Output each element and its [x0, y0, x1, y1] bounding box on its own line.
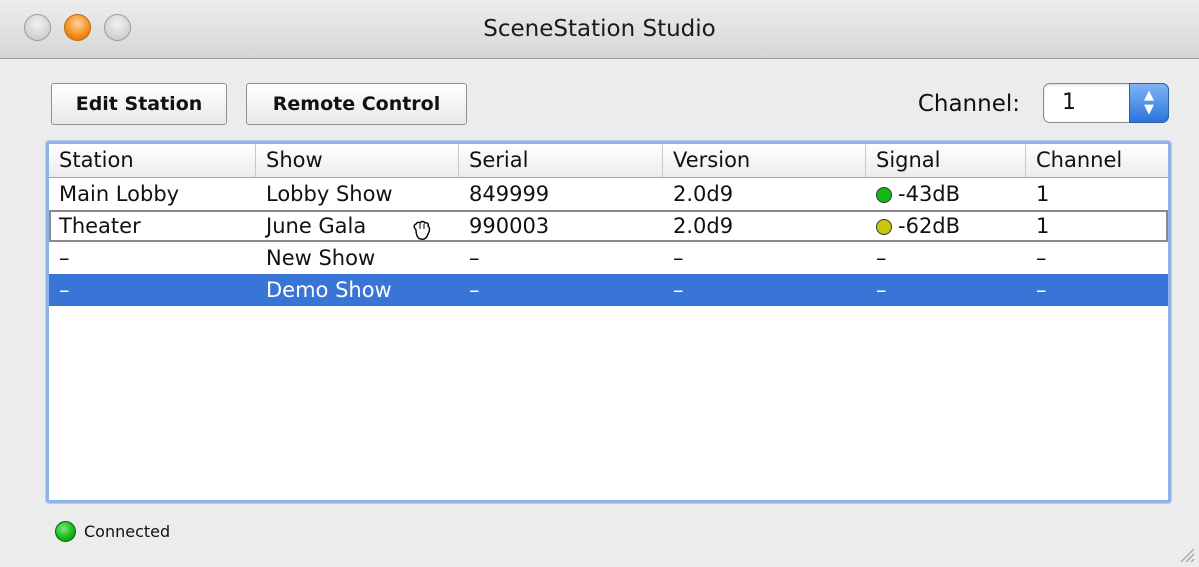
- title-bar[interactable]: SceneStation Studio: [0, 0, 1199, 59]
- signal-indicator-icon: [876, 187, 892, 203]
- cell-version: –: [673, 278, 684, 302]
- cell-signal: –: [876, 278, 887, 302]
- cell-station: Theater: [59, 214, 141, 238]
- cell-station: Main Lobby: [59, 182, 180, 206]
- remote-control-button[interactable]: Remote Control: [246, 83, 467, 125]
- chevron-up-down-icon: ▲ ▼: [1129, 83, 1169, 123]
- table-row[interactable]: Main Lobby Lobby Show 849999 2.0d9 -43dB…: [49, 178, 1168, 210]
- cell-station: –: [59, 246, 70, 270]
- channel-select-value: 1: [1062, 90, 1076, 115]
- cell-channel: –: [1036, 246, 1047, 270]
- cell-channel: –: [1036, 278, 1047, 302]
- signal-value: -43dB: [898, 182, 961, 206]
- cell-show: June Gala: [266, 214, 367, 238]
- resize-grip-icon[interactable]: [1175, 543, 1195, 563]
- hand-cursor-icon: [413, 220, 431, 240]
- table-row-selected[interactable]: – Demo Show – – – –: [49, 274, 1168, 306]
- cell-signal: –: [876, 246, 887, 270]
- cell-version: 2.0d9: [673, 182, 734, 206]
- column-header-channel[interactable]: Channel: [1026, 144, 1166, 177]
- cell-serial: –: [469, 246, 480, 270]
- column-header-version[interactable]: Version: [663, 144, 866, 177]
- table-row[interactable]: – New Show – – – –: [49, 242, 1168, 274]
- column-header-signal[interactable]: Signal: [866, 144, 1026, 177]
- status-indicator-icon: [55, 520, 76, 542]
- cell-channel: 1: [1036, 182, 1050, 206]
- column-header-serial[interactable]: Serial: [459, 144, 663, 177]
- signal-indicator-icon: [876, 219, 892, 235]
- connection-status: Connected: [55, 518, 170, 544]
- table-header: Station Show Serial Version Signal Chann…: [49, 144, 1168, 178]
- cell-version: 2.0d9: [673, 214, 734, 238]
- channel-select[interactable]: 1 ▲ ▼: [1043, 83, 1169, 123]
- stations-table[interactable]: Station Show Serial Version Signal Chann…: [46, 141, 1171, 503]
- table-row[interactable]: Theater June Gala 990003 2.0d9 -62dB 1: [49, 210, 1168, 242]
- cell-show: New Show: [266, 246, 376, 270]
- edit-station-button[interactable]: Edit Station: [51, 83, 227, 125]
- column-header-station[interactable]: Station: [49, 144, 256, 177]
- cell-version: –: [673, 246, 684, 270]
- app-window: SceneStation Studio Edit Station Remote …: [0, 0, 1199, 567]
- cell-station: –: [59, 278, 70, 302]
- cell-serial: –: [469, 278, 480, 302]
- cell-signal: -43dB: [866, 178, 960, 210]
- cell-show: Lobby Show: [266, 182, 393, 206]
- cell-show: Demo Show: [266, 278, 392, 302]
- cell-signal: -62dB: [866, 210, 960, 242]
- column-header-show[interactable]: Show: [256, 144, 459, 177]
- cell-serial: 990003: [469, 214, 550, 238]
- signal-value: -62dB: [898, 214, 961, 238]
- cell-channel: 1: [1036, 214, 1050, 238]
- status-text: Connected: [84, 521, 171, 541]
- window-title: SceneStation Studio: [483, 16, 716, 42]
- cell-serial: 849999: [469, 182, 550, 206]
- channel-label: Channel:: [917, 91, 1020, 117]
